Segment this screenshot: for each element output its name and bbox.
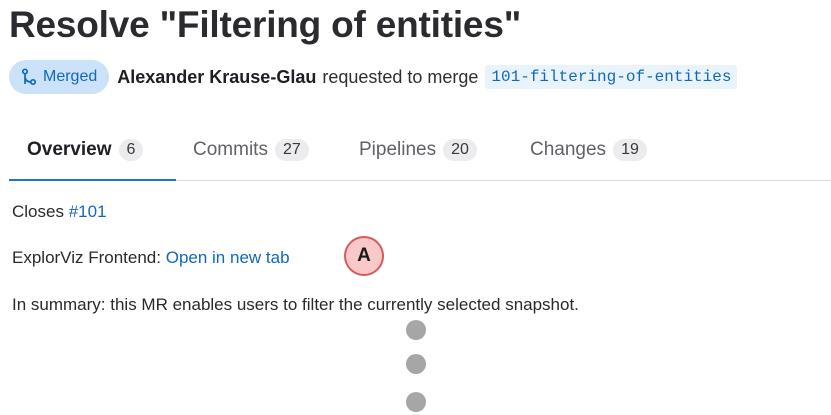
tab-overview[interactable]: Overview 6 (27, 120, 144, 180)
tab-overview-count: 6 (118, 139, 144, 161)
tab-changes[interactable]: Changes 19 (530, 120, 647, 180)
ellipsis-dot (406, 354, 426, 374)
tab-commits-count: 27 (274, 139, 309, 161)
summary-text: In summary: this MR enables users to fil… (12, 295, 579, 314)
tab-pipelines[interactable]: Pipelines 20 (359, 120, 477, 180)
open-in-new-tab-link[interactable]: Open in new tab (166, 248, 290, 267)
request-text: requested to merge (322, 66, 479, 87)
tab-changes-count: 19 (613, 139, 647, 161)
frontend-line: ExplorViz Frontend: Open in new tab (12, 248, 290, 268)
merge-request-page: Resolve "Filtering of entities" Merged A… (0, 0, 831, 415)
page-title: Resolve "Filtering of entities" (9, 4, 522, 45)
closes-prefix: Closes (12, 202, 64, 221)
tab-changes-label: Changes (530, 139, 607, 160)
tab-commits[interactable]: Commits 27 (193, 120, 309, 180)
status-badge: Merged (9, 60, 110, 94)
merge-request-meta: Merged Alexander Krause-Glau requested t… (9, 60, 738, 94)
closes-line: Closes #101 (12, 202, 107, 222)
status-badge-label: Merged (43, 68, 98, 85)
merge-icon (21, 68, 37, 86)
tab-pipelines-count: 20 (443, 139, 477, 161)
merge-request-tabs: Overview 6 Commits 27 Pipelines 20 Chang… (9, 120, 831, 181)
source-branch[interactable]: 101-filtering-of-entities (485, 65, 738, 89)
closes-issue-link[interactable]: #101 (69, 202, 107, 221)
frontend-prefix: ExplorViz Frontend: (12, 248, 161, 267)
tab-overview-label: Overview (27, 139, 112, 160)
annotation-marker: A (344, 236, 384, 276)
tab-pipelines-label: Pipelines (359, 139, 437, 160)
author-name[interactable]: Alexander Krause-Glau (117, 67, 316, 88)
ellipsis-dot (406, 320, 426, 340)
ellipsis-dot (406, 392, 426, 412)
active-tab-indicator (9, 179, 176, 181)
tab-commits-label: Commits (193, 139, 268, 160)
